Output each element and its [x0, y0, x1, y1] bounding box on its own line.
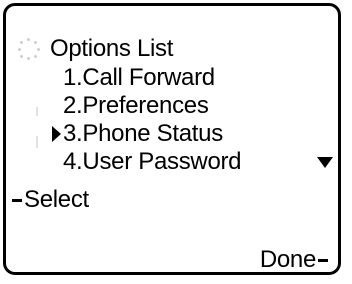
menu-item-call-forward[interactable]: 1.Call Forward [6, 64, 338, 92]
softkey-label: Select [24, 186, 89, 213]
menu-item-label: 4.User Password [63, 148, 242, 175]
menu-item-label: 1.Call Forward [63, 64, 215, 91]
menu-item-label: 3.Phone Status [63, 120, 223, 147]
softkey-label: Done [259, 246, 316, 273]
softkey-dash-icon [318, 258, 328, 262]
done-softkey[interactable]: Done [260, 246, 328, 274]
options-menu: 1.Call Forward 2.Preferences 3.Phone Sta… [6, 64, 338, 176]
menu-item-phone-status[interactable]: 3.Phone Status [6, 120, 338, 148]
menu-item-label: 2.Preferences [63, 92, 209, 119]
scroll-down-arrow-icon[interactable] [317, 157, 333, 168]
title-row: Options List [18, 34, 173, 64]
softkey-dash-icon [12, 198, 22, 202]
loading-spinner-icon [18, 38, 40, 60]
phone-display: Options List 1.Call Forward 2.Preference… [3, 3, 341, 275]
page-title: Options List [50, 35, 174, 62]
select-softkey[interactable]: Select [12, 186, 89, 214]
menu-item-user-password[interactable]: 4.User Password [6, 148, 338, 176]
menu-item-preferences[interactable]: 2.Preferences [6, 92, 338, 120]
selection-arrow-icon [52, 126, 61, 142]
